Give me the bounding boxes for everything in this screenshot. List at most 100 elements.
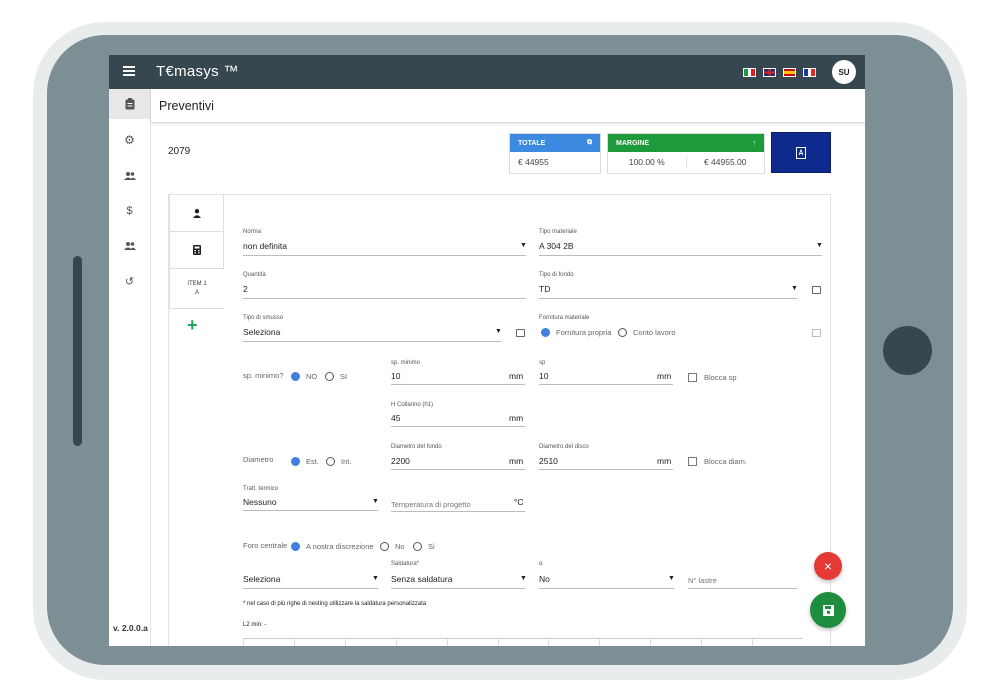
totale-label: TOTALE: [518, 139, 546, 147]
foro-no-radio[interactable]: [380, 542, 389, 551]
page-header: Preventivi: [151, 89, 865, 123]
l2-min: L2 min: -: [243, 622, 267, 628]
diam-fondo-underline: [391, 469, 525, 470]
diametro-est-radio[interactable]: [291, 457, 300, 466]
sp-label: sp: [539, 360, 546, 366]
norma-underline: [243, 255, 526, 256]
close-button[interactable]: ×: [814, 552, 842, 580]
app-version: v. 2.0.0.a: [113, 623, 148, 633]
blocca-diam-checkbox[interactable]: [688, 457, 697, 466]
h-collarino-underline: [391, 426, 525, 427]
foro-tipo-select[interactable]: Seleziona: [243, 574, 280, 584]
diametro-int-radio[interactable]: [326, 457, 335, 466]
chevron-down-icon: ▼: [495, 328, 502, 335]
foro-tipo-underline: [243, 588, 378, 589]
pdf-export-button[interactable]: [771, 132, 831, 173]
quantita-label: Quantità: [243, 272, 266, 278]
margine-label: MARGINE: [616, 139, 650, 147]
tratt-termico-underline: [243, 510, 378, 511]
add-item-button[interactable]: +: [187, 315, 198, 336]
sp-minimo-no-radio[interactable]: [291, 372, 300, 381]
save-button[interactable]: [810, 592, 846, 628]
sidebar-item-users[interactable]: [109, 231, 150, 261]
tipo-smusso-select[interactable]: Seleziona: [243, 327, 280, 337]
tratt-termico-select[interactable]: Nessuno: [243, 497, 277, 507]
sp-minimo-si-radio[interactable]: [325, 372, 334, 381]
sp-minimo-si-label: SI: [340, 372, 348, 381]
blocca-sp-label: Blocca sp: [704, 373, 737, 382]
foro-discrezione-radio[interactable]: [291, 542, 300, 551]
temperatura-input[interactable]: Temperatura di progetto: [391, 500, 471, 509]
sidebar-item-prices[interactable]: $: [109, 196, 150, 226]
sidebar: ⚙ $ ↺ v. 2.0.0.a: [109, 89, 151, 646]
menu-icon[interactable]: [123, 66, 135, 76]
margine-percent: 100.00 %: [608, 157, 687, 167]
save-icon: [822, 604, 834, 616]
n-lastre-input[interactable]: N° lastre: [688, 576, 717, 585]
quantita-input[interactable]: 2: [243, 284, 248, 294]
people-icon: [123, 172, 136, 180]
chevron-down-icon: ▼: [372, 575, 379, 582]
tab-item-label: ITEM 1: [187, 281, 207, 287]
diam-fondo-input[interactable]: 2200: [391, 456, 410, 466]
flag-uk-icon[interactable]: [763, 68, 776, 77]
tipo-materiale-underline: [539, 255, 822, 256]
tipo-fondo-select[interactable]: TD: [539, 284, 550, 294]
chevron-down-icon: ▼: [816, 242, 823, 249]
foro-si-label: Si: [428, 542, 435, 551]
blocca-sp-checkbox[interactable]: [688, 373, 697, 382]
calculator-icon: [812, 329, 821, 337]
tab-item-1[interactable]: ITEM 1 A: [169, 269, 224, 309]
sp-minimo-underline: [391, 384, 525, 385]
norma-select[interactable]: non definita: [243, 241, 287, 251]
tab-client[interactable]: [169, 195, 224, 232]
fornitura-propria-radio[interactable]: [541, 328, 550, 337]
foro-centrale-label: Foro centrale: [243, 541, 288, 550]
foro-si-radio[interactable]: [413, 542, 422, 551]
flag-spain-icon[interactable]: [783, 68, 796, 77]
temperatura-unit: °C: [514, 497, 524, 507]
margine-header: MARGINE ↑: [608, 134, 764, 152]
tipo-smusso-label: Tipo di smusso: [243, 315, 284, 321]
sidebar-item-clients[interactable]: [109, 161, 150, 191]
diam-fondo-label: Diametro del fondo: [391, 444, 442, 450]
blocca-diam-label: Blocca diam.: [704, 457, 747, 466]
clipboard-icon: [125, 98, 134, 110]
flag-italy-icon[interactable]: [743, 68, 756, 77]
margine-value: € 44955.00: [703, 157, 747, 167]
h-collarino-input[interactable]: 45: [391, 413, 400, 423]
sp-input[interactable]: 10: [539, 371, 548, 381]
saldatura-note: * nel caso di più righe di nesting utili…: [243, 601, 427, 607]
page-title: Preventivi: [159, 99, 214, 113]
totale-card: TOTALE ⧉ € 44955: [509, 133, 601, 174]
calculator-icon[interactable]: [516, 329, 525, 337]
sidebar-item-quotes[interactable]: [109, 89, 150, 119]
sidebar-item-history[interactable]: ↺: [109, 266, 150, 296]
sp-unit: mm: [657, 371, 672, 381]
conto-lavoro-radio[interactable]: [618, 328, 627, 337]
sidebar-item-settings[interactable]: ⚙: [109, 125, 150, 155]
sp-minimo-input[interactable]: 10: [391, 371, 400, 381]
tratt-termico-label: Tratt. termico: [243, 486, 279, 492]
fornitura-propria-label: Fornitura propria: [556, 328, 612, 337]
saldatura-select[interactable]: Senza saldatura: [391, 574, 452, 584]
calculator-icon[interactable]: [812, 286, 821, 294]
flag-france-icon[interactable]: [803, 68, 816, 77]
quantita-underline: [243, 298, 526, 299]
copy-icon[interactable]: ⧉: [587, 139, 592, 147]
tab-calculator[interactable]: [169, 232, 224, 269]
h-collarino-unit: mm: [509, 413, 524, 423]
sp-underline: [539, 384, 673, 385]
diam-disco-input[interactable]: 2510: [539, 456, 558, 466]
people-icon: [123, 242, 136, 250]
chevron-down-icon: ▼: [520, 575, 527, 582]
user-avatar[interactable]: SU: [832, 60, 856, 84]
totale-header: TOTALE ⧉: [510, 134, 600, 152]
gear-icon: ⚙: [124, 133, 135, 147]
person-icon: [192, 208, 201, 218]
n-lastre-underline: [688, 588, 798, 589]
document-number: 2079: [168, 146, 191, 157]
alpha-select[interactable]: No: [539, 574, 550, 584]
tipo-materiale-select[interactable]: A 304 2B: [539, 241, 574, 251]
sp-minimo-no-label: NO: [306, 372, 318, 381]
